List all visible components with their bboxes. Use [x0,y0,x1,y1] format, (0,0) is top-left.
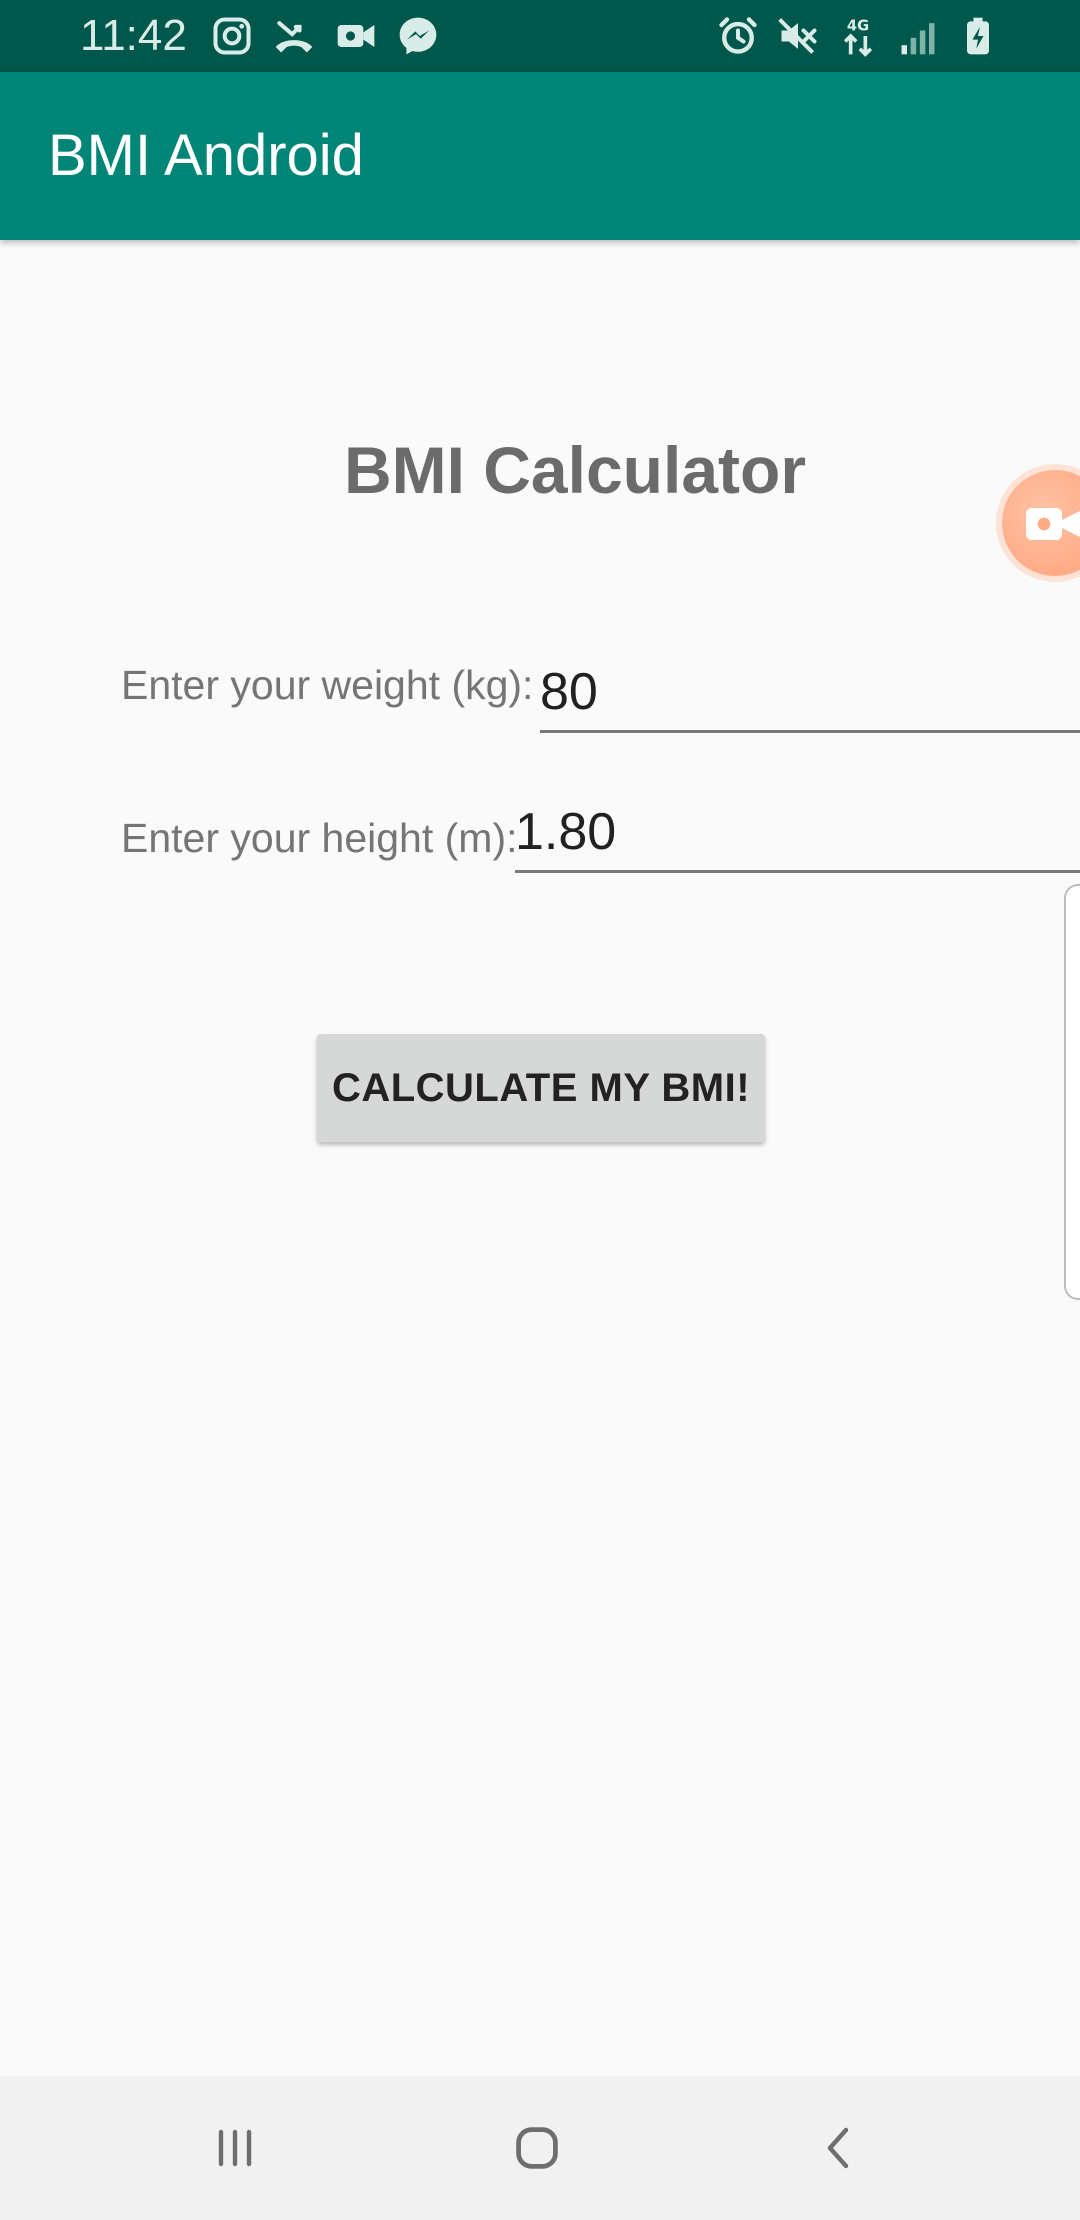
data-4g-icon: 4G [843,18,873,57]
back-icon [827,2127,849,2169]
navigation-bar [0,2076,1080,2220]
instagram-icon [213,17,251,55]
height-input[interactable] [515,794,1080,873]
home-button[interactable] [497,2112,577,2184]
messenger-icon [399,17,437,55]
svg-text:4G: 4G [847,18,869,35]
weight-input[interactable] [540,654,1080,733]
status-time: 11:42 [80,11,187,60]
weight-label: Enter your weight (kg): [121,662,534,708]
system-status-icons: 4G [716,14,1000,58]
edge-panel-handle[interactable] [1064,884,1080,1300]
battery-charging-icon [967,17,989,55]
page-title: BMI Calculator [343,433,807,507]
alarm-icon [719,17,757,54]
mute-icon [778,18,817,54]
missed-call-icon [275,21,313,53]
signal-icon [901,23,935,55]
home-icon [516,2127,558,2169]
video-camera-icon [1026,508,1080,540]
recent-apps-button[interactable] [195,2112,275,2184]
recent-apps-icon [218,2129,252,2167]
height-label: Enter your height (m): [121,815,518,861]
back-button[interactable] [800,2112,880,2184]
calculate-bmi-button[interactable]: CALCULATE MY BMI! [317,1034,765,1142]
app-title: BMI Android [48,123,364,188]
notification-icons [210,14,440,58]
video-camera-icon [337,25,375,47]
app-bar: BMI Android [0,72,1080,240]
status-bar: 11:42 4G [0,0,1080,72]
